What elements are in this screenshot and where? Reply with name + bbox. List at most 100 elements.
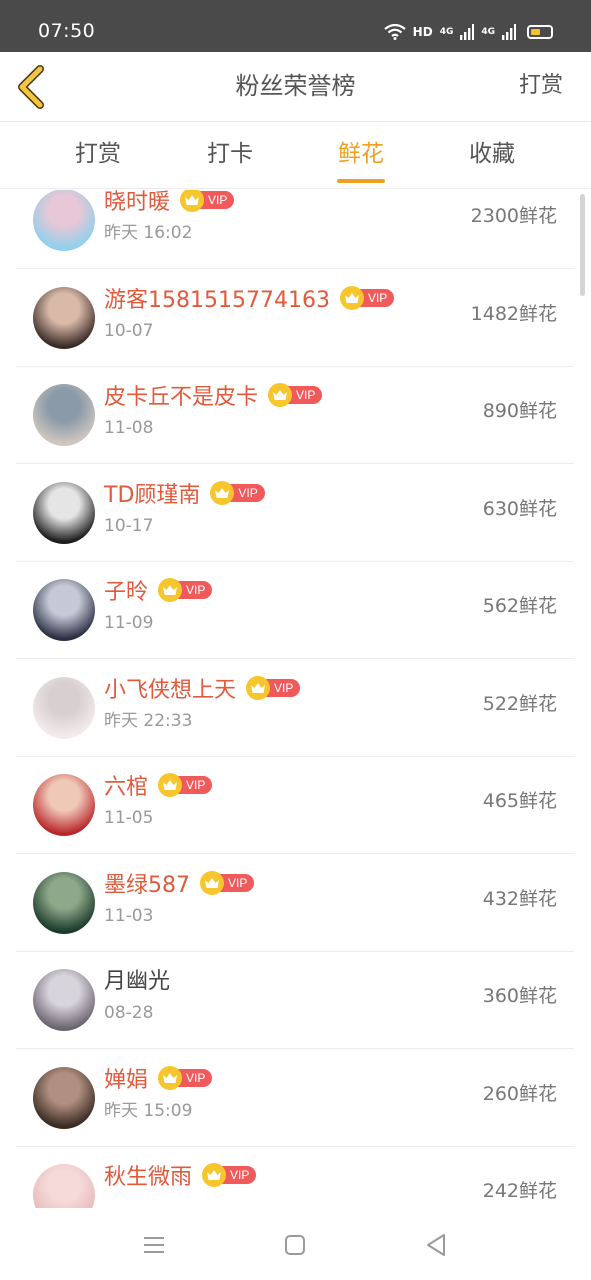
fan-name: 月幽光: [104, 969, 170, 995]
flower-amount: 360鲜花: [482, 985, 557, 1007]
fan-row[interactable]: 墨绿587 VIP 11-03 432鲜花: [16, 855, 574, 952]
home-button[interactable]: [278, 1228, 312, 1262]
fan-date: 昨天 15:09: [104, 1100, 193, 1121]
fan-date: 昨天 16:02: [104, 223, 193, 243]
fan-name: 皮卡丘不是皮卡 VIP: [104, 383, 323, 411]
vip-badge: VIP: [202, 1163, 257, 1187]
crown-icon: [158, 1065, 183, 1090]
avatar[interactable]: [33, 676, 95, 739]
wifi-icon: [383, 24, 406, 40]
fan-name: 游客1581515774163 VIP: [104, 285, 395, 314]
signal-label-2: 4G: [481, 26, 495, 37]
vip-badge: VIP: [180, 190, 235, 212]
flower-amount: 2300鲜花: [470, 205, 557, 227]
fan-name-text: 游客1581515774163: [104, 287, 330, 313]
fan-row[interactable]: 月幽光 08-28 360鲜花: [16, 952, 574, 1049]
fan-date: 10-07: [104, 320, 154, 341]
fan-date: 11-03: [104, 905, 154, 926]
signal-icon-2: [502, 24, 516, 40]
avatar[interactable]: [33, 579, 95, 641]
crown-icon: [158, 578, 183, 602]
system-back-button[interactable]: [419, 1228, 453, 1262]
fan-ranking-list[interactable]: 晓时暖 VIP 昨天 16:02 2300鲜花游客1581515774163 VIP 10…: [0, 190, 591, 1208]
avatar[interactable]: [33, 871, 95, 934]
crown-icon: [246, 675, 271, 700]
fan-name: 晓时暖 VIP: [104, 190, 235, 216]
fan-name: 六棺 VIP: [104, 773, 213, 801]
fan-name-text: 婵娟: [104, 1067, 149, 1093]
network-label: HD: [412, 25, 433, 39]
crown-icon: [202, 1163, 227, 1187]
fan-name: TD顾瑾南 VIP: [104, 480, 265, 509]
fan-name-text: 月幽光: [104, 969, 171, 994]
flower-amount: 522鲜花: [482, 692, 557, 715]
fan-name-text: 皮卡丘不是皮卡: [104, 385, 259, 410]
fan-name-text: 秋生微雨: [104, 1165, 193, 1190]
flower-amount: 1482鲜花: [470, 302, 557, 325]
tab-checkin[interactable]: 打卡: [190, 141, 270, 169]
title-bar: 粉丝荣誉榜 打赏: [0, 52, 591, 122]
tab-flowers[interactable]: 鲜花: [321, 141, 401, 169]
menu-button[interactable]: [137, 1228, 171, 1262]
signal-label-1: 4G: [439, 26, 454, 37]
flower-amount: 630鲜花: [482, 497, 557, 520]
avatar[interactable]: [33, 969, 95, 1031]
avatar[interactable]: [33, 1066, 95, 1129]
vip-badge: VIP: [268, 383, 323, 407]
fan-name: 子昤 VIP: [104, 578, 213, 606]
system-nav-bar: [0, 1208, 591, 1280]
menu-icon: [144, 1237, 164, 1253]
flower-amount: 890鲜花: [482, 400, 557, 422]
fan-date: 08-28: [104, 1003, 154, 1023]
fan-row[interactable]: 秋生微雨 VIP 242鲜花: [16, 1147, 574, 1208]
reward-button[interactable]: 打赏: [519, 73, 563, 99]
back-icon: [427, 1234, 445, 1256]
page-title: 粉丝荣誉榜: [235, 72, 356, 100]
crown-icon: [210, 480, 235, 505]
signal-icon: [460, 24, 475, 40]
fan-name: 婵娟 VIP: [104, 1065, 213, 1094]
fan-date: 昨天 22:33: [104, 710, 193, 731]
avatar[interactable]: [33, 1164, 95, 1208]
fan-row[interactable]: 皮卡丘不是皮卡 VIP 11-08 890鲜花: [16, 367, 574, 464]
fan-row[interactable]: 游客1581515774163 VIP 10-07 1482鲜花: [16, 270, 574, 367]
fan-date: 11-05: [104, 808, 154, 828]
tab-reward[interactable]: 打赏: [58, 141, 138, 169]
status-icons: HD 4G 4G: [383, 24, 553, 40]
crown-icon: [200, 870, 224, 895]
flower-amount: 465鲜花: [482, 790, 557, 812]
avatar[interactable]: [33, 481, 95, 544]
crown-icon: [339, 285, 364, 310]
avatar[interactable]: [33, 190, 95, 251]
avatar[interactable]: [33, 286, 95, 349]
fan-name: 小飞侠想上天 VIP: [104, 675, 301, 704]
fan-name: 秋生微雨 VIP: [104, 1163, 257, 1191]
flower-amount: 562鲜花: [482, 595, 557, 617]
fan-row[interactable]: 六棺 VIP 11-05 465鲜花: [16, 757, 574, 854]
vip-badge: VIP: [339, 285, 395, 310]
vip-badge: VIP: [158, 578, 213, 602]
fan-name-text: 六棺: [104, 775, 149, 800]
active-tab-indicator: [337, 179, 385, 183]
crown-icon: [158, 773, 183, 797]
fan-row[interactable]: TD顾瑾南 VIP 10-17 630鲜花: [16, 465, 574, 562]
flower-amount: 432鲜花: [482, 887, 557, 910]
tab-bar: 打赏 打卡 鲜花 收藏: [0, 123, 591, 189]
fan-row[interactable]: 子昤 VIP 11-09 562鲜花: [16, 562, 574, 659]
tab-favorites[interactable]: 收藏: [452, 141, 532, 169]
avatar[interactable]: [33, 384, 95, 446]
fan-row[interactable]: 晓时暖 VIP 昨天 16:02 2300鲜花: [16, 190, 574, 269]
fan-date: 11-09: [104, 613, 154, 633]
fan-name: 墨绿587 VIP: [104, 870, 255, 899]
avatar[interactable]: [33, 774, 95, 836]
vip-badge: VIP: [158, 1065, 213, 1090]
scrollbar[interactable]: [580, 194, 585, 296]
crown-icon: [268, 383, 293, 407]
vip-badge: VIP: [210, 480, 265, 505]
fan-date: 10-17: [104, 515, 154, 536]
vip-badge: VIP: [158, 773, 213, 797]
fan-name-text: 墨绿587: [104, 872, 190, 898]
fan-row[interactable]: 婵娟 VIP 昨天 15:09 260鲜花: [16, 1050, 574, 1147]
fan-row[interactable]: 小飞侠想上天 VIP 昨天 22:33 522鲜花: [16, 660, 574, 757]
fan-name-text: TD顾瑾南: [104, 482, 201, 508]
